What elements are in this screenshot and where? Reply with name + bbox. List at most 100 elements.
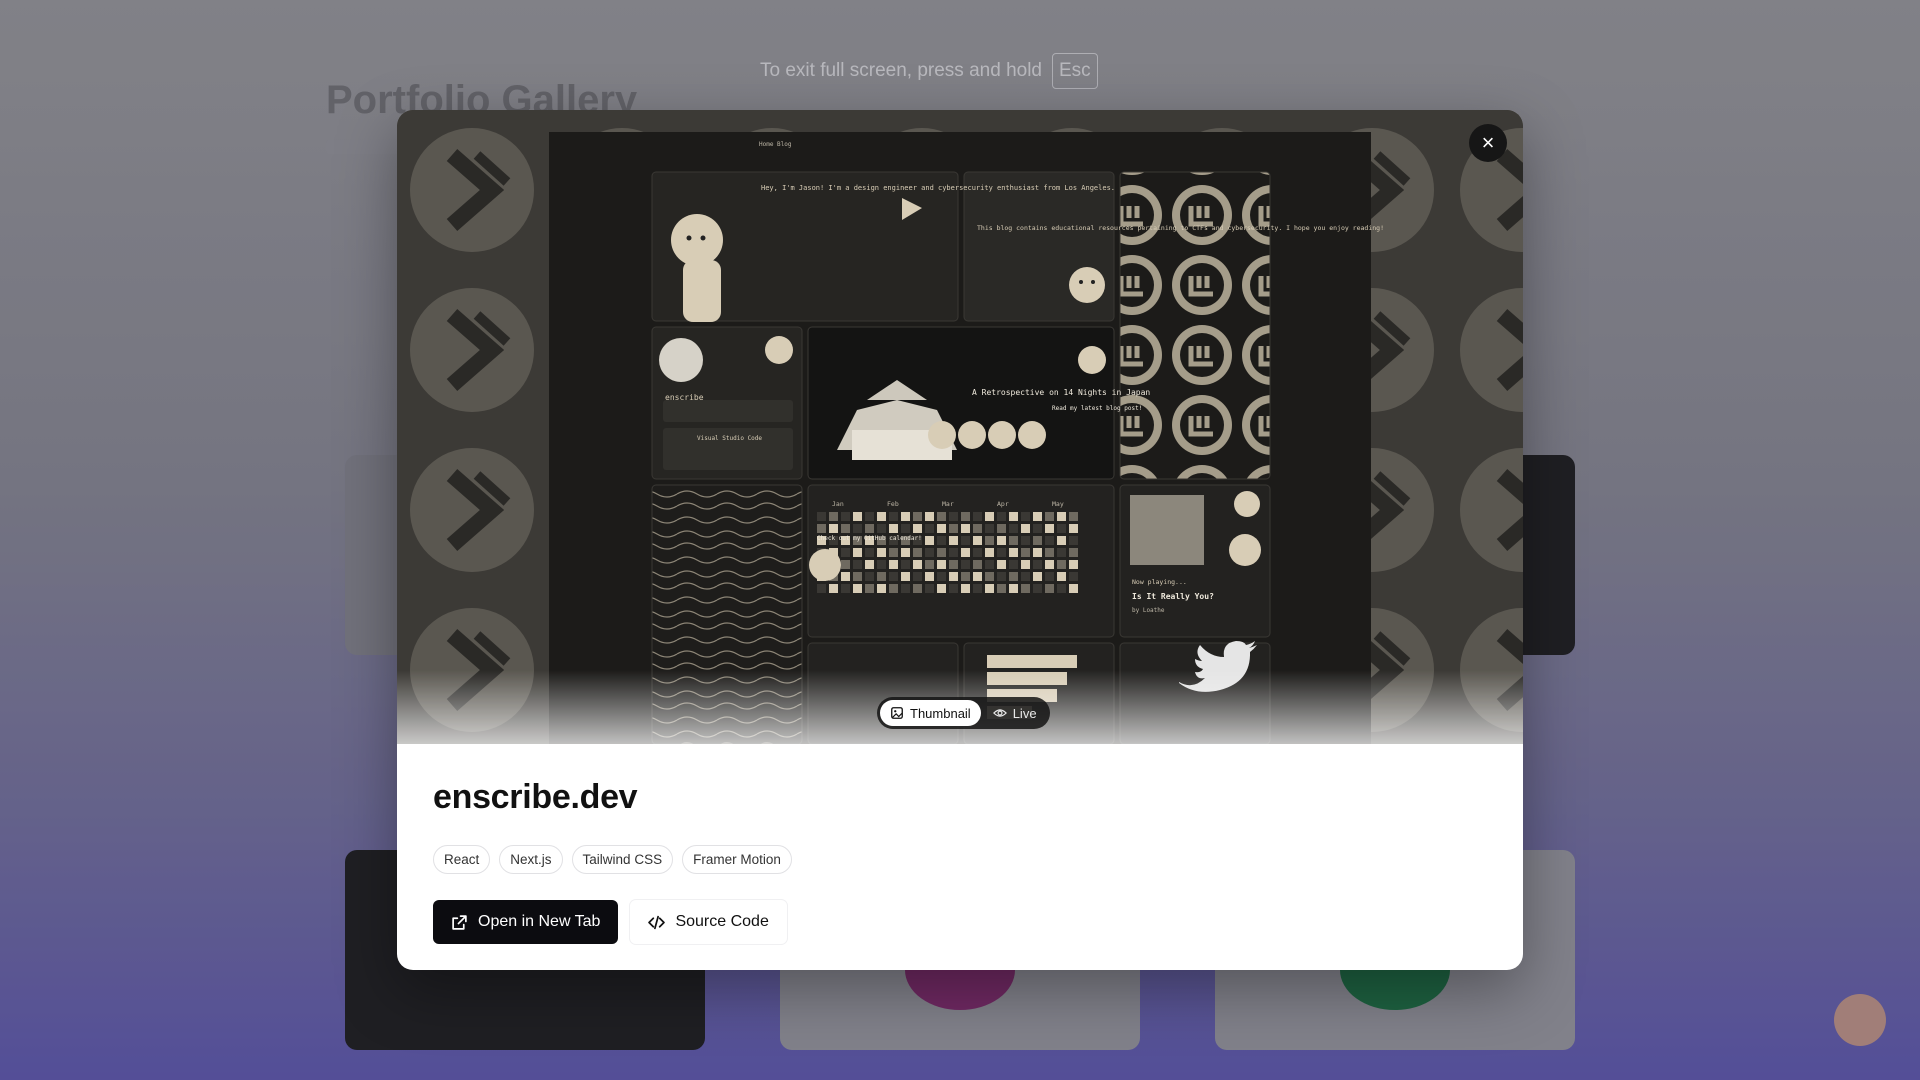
calendar-cell (1021, 560, 1030, 569)
live-toggle-label: Live (1012, 705, 1037, 721)
calendar-cell (1057, 512, 1066, 521)
calendar-cell (997, 572, 1006, 581)
calendar-cell (1045, 584, 1054, 593)
source-code-label: Source Code (675, 913, 769, 930)
source-code-button[interactable]: Source Code (630, 900, 787, 944)
calendar-cell (997, 524, 1006, 533)
calendar-cell (889, 512, 898, 521)
calendar-cell (997, 560, 1006, 569)
calendar-cell (937, 584, 946, 593)
calendar-cell (949, 524, 958, 533)
site-screenshot: Home Blog Hey, I'm Jason! I'm a design e… (397, 110, 1523, 744)
calendar-month-label: Feb (887, 500, 899, 508)
calendar-cell (925, 548, 934, 557)
calendar-cell (1021, 572, 1030, 581)
calendar-cell (865, 560, 874, 569)
calendar-cell (1033, 572, 1042, 581)
calendar-cell (889, 548, 898, 557)
calendar-cell (853, 560, 862, 569)
calendar-cell (889, 560, 898, 569)
calendar-month-label: May (1052, 500, 1064, 508)
calendar-cell (973, 572, 982, 581)
eye-icon (992, 709, 1007, 717)
calendar-cell (1057, 524, 1066, 533)
calendar-cell (1021, 536, 1030, 545)
tech-tags: React Next.js Tailwind CSS Framer Motion (433, 845, 1487, 874)
screenshot-calendar-note: Check out my GitHub calendar! (817, 535, 922, 542)
screenshot-vscode-title: Visual Studio Code (697, 435, 762, 442)
live-toggle-option[interactable]: Live (983, 700, 1047, 726)
calendar-cell (973, 548, 982, 557)
calendar-cell (997, 584, 1006, 593)
calendar-cell (949, 548, 958, 557)
calendar-cell (877, 584, 886, 593)
calendar-cell (1033, 548, 1042, 557)
image-icon (891, 707, 903, 719)
external-link-icon (452, 914, 467, 930)
esc-key-badge: Esc (1052, 53, 1098, 89)
calendar-cell (865, 548, 874, 557)
calendar-cell (1033, 524, 1042, 533)
calendar-cell (985, 572, 994, 581)
calendar-cell (1057, 536, 1066, 545)
calendar-cell (877, 548, 886, 557)
calendar-cell (901, 512, 910, 521)
calendar-cell (901, 548, 910, 557)
calendar-cell (1045, 548, 1054, 557)
calendar-cell (817, 512, 826, 521)
calendar-cell (1009, 584, 1018, 593)
screenshot-now-playing: Now playing... (1132, 578, 1187, 586)
calendar-cell (853, 572, 862, 581)
screenshot-song-title: Is It Really You? (1132, 592, 1214, 601)
open-in-new-tab-button[interactable]: Open in New Tab (433, 900, 619, 944)
calendar-cell (865, 524, 874, 533)
calendar-cell (1009, 572, 1018, 581)
calendar-cell (901, 560, 910, 569)
tech-tag: React (433, 845, 491, 874)
calendar-cell (925, 572, 934, 581)
calendar-cell (841, 512, 850, 521)
calendar-cell (1033, 584, 1042, 593)
calendar-cell (1009, 548, 1018, 557)
screenshot-nav-home: Home (759, 141, 774, 148)
calendar-cell (1009, 536, 1018, 545)
calendar-cell (1021, 584, 1030, 593)
calendar-cell (1069, 584, 1078, 593)
calendar-cell (913, 584, 922, 593)
calendar-cell (925, 512, 934, 521)
calendar-cell (985, 524, 994, 533)
calendar-cell (901, 524, 910, 533)
calendar-cell (1033, 560, 1042, 569)
calendar-cell (853, 584, 862, 593)
calendar-cell (937, 536, 946, 545)
screenshot-intro-text: Hey, I'm Jason! I'm a design engineer an… (761, 184, 1115, 192)
calendar-cell (817, 524, 826, 533)
calendar-cell (913, 572, 922, 581)
project-actions: Open in New Tab Source Code (433, 900, 1487, 944)
calendar-cell (949, 572, 958, 581)
calendar-cell (925, 584, 934, 593)
calendar-cell (949, 536, 958, 545)
calendar-cell (1045, 560, 1054, 569)
thumbnail-toggle-option[interactable]: Thumbnail (880, 700, 981, 726)
calendar-cell (985, 548, 994, 557)
calendar-cell (937, 548, 946, 557)
calendar-cell (961, 524, 970, 533)
calendar-cell (997, 548, 1006, 557)
calendar-cell (901, 572, 910, 581)
calendar-cell (913, 524, 922, 533)
tech-tag: Next.js (499, 845, 563, 874)
screenshot-post-title: A Retrospective on 14 Nights in Japan (972, 388, 1150, 397)
calendar-cell (1009, 512, 1018, 521)
calendar-cell (961, 512, 970, 521)
calendar-cell (1057, 584, 1066, 593)
calendar-cell (889, 524, 898, 533)
calendar-month-label: Apr (997, 500, 1009, 508)
close-modal-button[interactable]: × (1469, 124, 1507, 162)
calendar-cell (841, 572, 850, 581)
calendar-cell (1033, 512, 1042, 521)
calendar-cell (973, 512, 982, 521)
screenshot-blog-note: This blog contains educational resources… (977, 224, 1384, 232)
calendar-cell (1045, 512, 1054, 521)
calendar-cell (877, 512, 886, 521)
